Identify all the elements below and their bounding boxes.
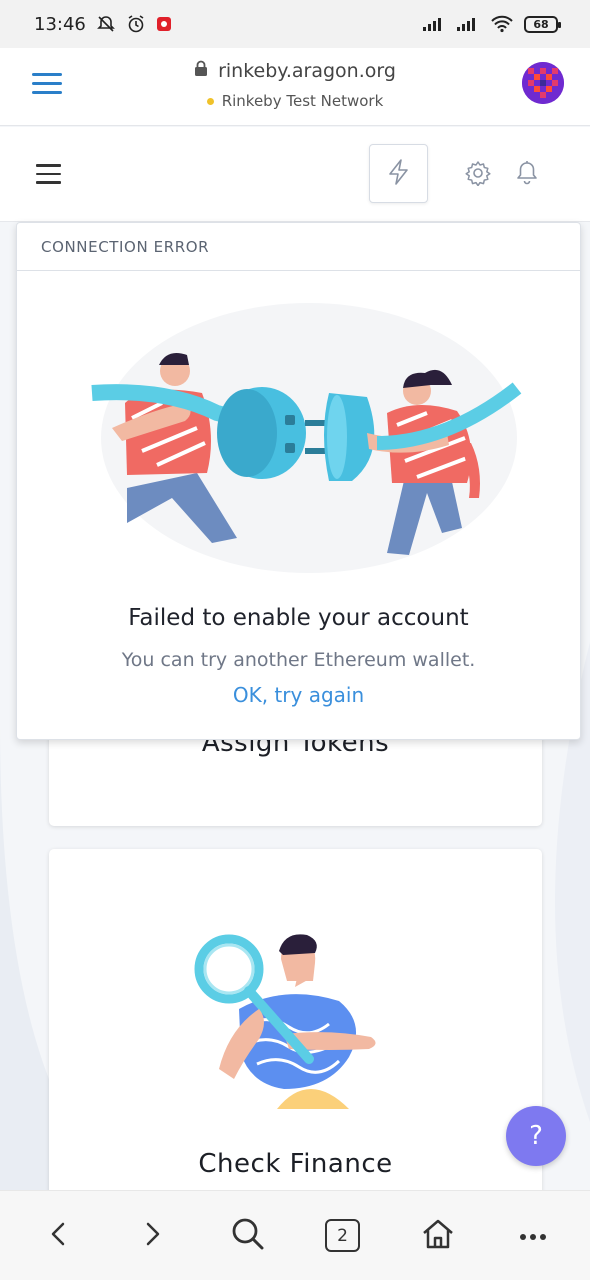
lightning-icon <box>388 158 410 189</box>
lock-icon <box>194 60 208 82</box>
network-status-dot <box>206 97 214 105</box>
network-indicator: Rinkeby Test Network <box>206 92 384 110</box>
more-button[interactable] <box>498 1206 568 1266</box>
notifications-button[interactable] <box>515 160 539 190</box>
mute-icon <box>96 14 116 34</box>
signal-icon <box>422 16 446 32</box>
more-dots-icon <box>519 1226 547 1245</box>
check-finance-card[interactable]: Check Finance <box>49 849 542 1209</box>
signal-icon-2 <box>456 16 480 32</box>
home-icon <box>421 1218 455 1254</box>
notification-app-icon <box>156 16 172 32</box>
avatar[interactable] <box>522 62 564 104</box>
browser-bottom-nav: 2 <box>0 1190 590 1280</box>
bell-icon <box>515 161 539 190</box>
chevron-right-icon <box>145 1221 161 1251</box>
alarm-icon <box>126 14 146 34</box>
error-subtitle: You can try another Ethereum wallet. <box>121 649 476 671</box>
error-title: Failed to enable your account <box>128 605 469 631</box>
connection-error-illustration <box>87 293 527 587</box>
activity-button[interactable] <box>369 144 428 203</box>
gear-icon <box>465 161 491 190</box>
help-button[interactable]: ? <box>506 1106 566 1166</box>
tab-count: 2 <box>325 1219 360 1252</box>
connection-error-panel: CONNECTION ERROR Failed to enable your a… <box>16 222 581 740</box>
network-name: Rinkeby Test Network <box>221 92 384 110</box>
browser-address-bar: rinkeby.aragon.org Rinkeby Test Network <box>0 48 590 126</box>
settings-button[interactable] <box>465 160 491 190</box>
back-button[interactable] <box>23 1206 93 1266</box>
app-menu-icon[interactable] <box>36 164 61 184</box>
search-icon <box>231 1217 265 1255</box>
status-bar: 13:46 68 <box>0 0 590 48</box>
home-button[interactable] <box>403 1206 473 1266</box>
battery-indicator: 68 <box>524 15 561 33</box>
finance-illustration <box>189 929 389 1118</box>
search-button[interactable] <box>213 1206 283 1266</box>
card-title: Check Finance <box>198 1149 393 1179</box>
try-again-link[interactable]: OK, try again <box>17 683 580 707</box>
url-field[interactable]: rinkeby.aragon.org <box>194 60 396 82</box>
error-panel-header: CONNECTION ERROR <box>17 223 580 271</box>
wifi-icon <box>490 15 514 33</box>
status-time: 13:46 <box>34 13 86 35</box>
app-header <box>0 127 590 222</box>
tabs-button[interactable]: 2 <box>308 1206 378 1266</box>
url-text: rinkeby.aragon.org <box>218 60 396 82</box>
chevron-left-icon <box>50 1221 66 1251</box>
forward-button[interactable] <box>118 1206 188 1266</box>
